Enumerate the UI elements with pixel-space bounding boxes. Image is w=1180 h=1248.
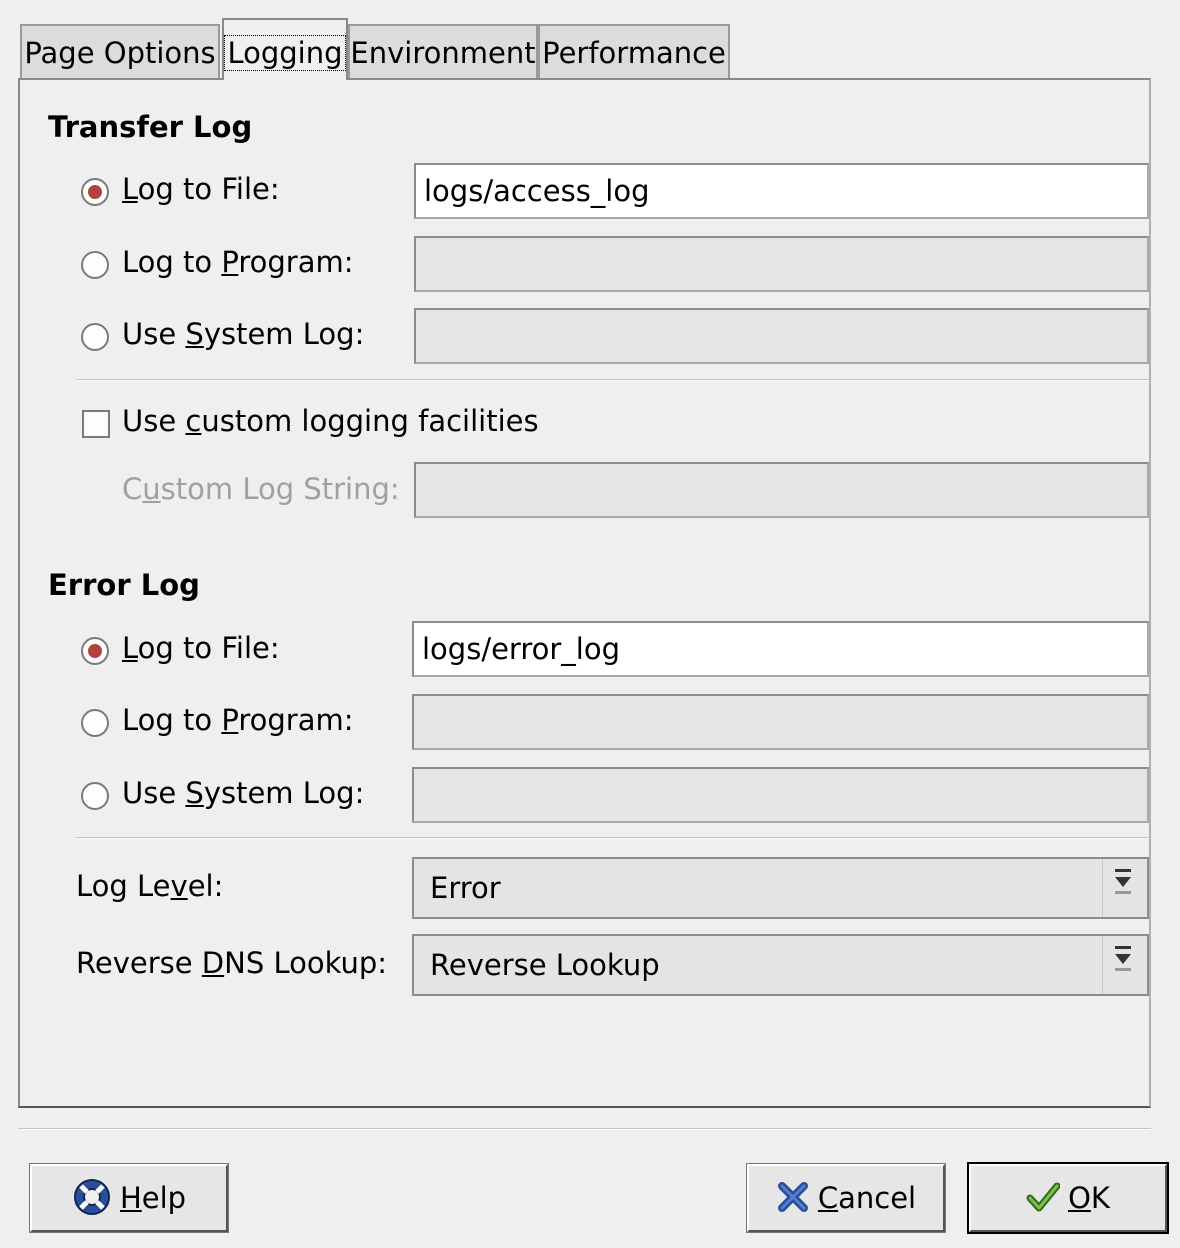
transfer-log-to-program-radio[interactable] — [81, 251, 109, 279]
chevron-down-icon[interactable] — [1102, 859, 1147, 917]
transfer-use-system-log-radio[interactable] — [81, 323, 109, 351]
error-system-log-input — [412, 767, 1149, 823]
cancel-x-icon — [777, 1182, 808, 1212]
log-level-value: Error — [430, 871, 501, 905]
error-log-to-program-radio[interactable] — [81, 709, 109, 737]
transfer-log-to-file-radio[interactable] — [81, 178, 109, 206]
ok-check-icon — [1026, 1182, 1061, 1212]
error-use-system-log-radio[interactable] — [81, 782, 109, 810]
transfer-log-file-input[interactable] — [414, 163, 1149, 219]
error-log-to-file-radio[interactable] — [81, 637, 109, 665]
help-button[interactable]: Help — [29, 1163, 229, 1233]
dialog-window: Page Options Logging Environment Perform… — [0, 0, 1180, 1248]
transfer-system-log-input — [414, 308, 1149, 364]
transfer-log-program-input — [414, 236, 1149, 292]
error-log-to-program-label: Log to Program: — [122, 703, 354, 737]
transfer-log-to-file-label: Log to File: — [122, 172, 280, 206]
ok-button[interactable]: OK — [967, 1162, 1169, 1234]
dialog-separator — [18, 1128, 1151, 1130]
reverse-dns-value: Reverse Lookup — [430, 948, 660, 982]
transfer-use-system-log-label: Use System Log: — [122, 317, 365, 351]
custom-logging-checkbox[interactable] — [82, 410, 110, 438]
reverse-dns-label: Reverse DNS Lookup: — [76, 946, 388, 980]
reverse-dns-dropdown[interactable]: Reverse Lookup — [412, 934, 1149, 996]
help-lifebuoy-icon — [73, 1179, 110, 1215]
transfer-log-title: Transfer Log — [48, 110, 253, 144]
error-use-system-log-label: Use System Log: — [122, 776, 365, 810]
error-log-to-file-label: Log to File: — [122, 631, 280, 665]
error-log-file-input[interactable] — [412, 621, 1149, 677]
error-log-program-input — [412, 694, 1149, 750]
cancel-button[interactable]: Cancel — [746, 1163, 946, 1233]
separator — [76, 837, 1149, 839]
separator — [76, 379, 1149, 381]
chevron-down-icon[interactable] — [1102, 936, 1147, 994]
transfer-log-to-program-label: Log to Program: — [122, 245, 354, 279]
log-level-label: Log Level: — [76, 869, 224, 903]
logging-content: Transfer Log Log to File: Log to Program… — [0, 0, 1180, 1248]
custom-logging-label: Use custom logging facilities — [122, 404, 539, 438]
custom-log-string-label: Custom Log String: — [122, 472, 400, 506]
error-log-title: Error Log — [48, 568, 200, 602]
log-level-dropdown[interactable]: Error — [412, 857, 1149, 919]
custom-log-string-input — [414, 462, 1149, 518]
